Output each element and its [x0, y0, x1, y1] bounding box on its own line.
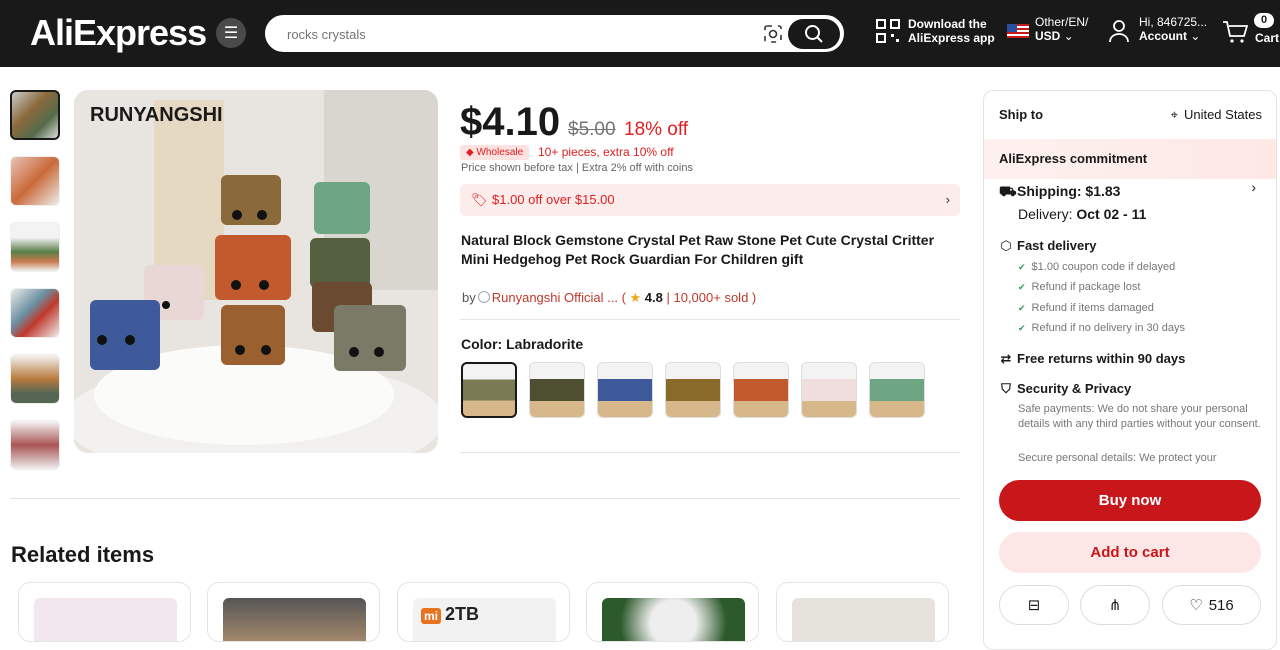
camera-search-icon[interactable]	[763, 24, 783, 44]
brand-overlay: RUNYANGSHI	[90, 104, 223, 126]
return-icon: ⇄	[1000, 351, 1012, 366]
divider	[460, 319, 960, 320]
location-pin-icon: ⌖	[1170, 107, 1178, 122]
related-card-4[interactable]	[586, 582, 759, 642]
search-bar	[265, 15, 844, 52]
swatch-labradorite[interactable]	[461, 362, 517, 418]
thumbnail-3[interactable]	[10, 222, 60, 272]
chevron-right-icon[interactable]: ›	[1251, 179, 1256, 195]
ship-to-label: Ship to	[999, 107, 1044, 122]
delivery-row: Delivery: Oct 02 - 11	[1018, 206, 1147, 222]
truck-icon: ⛟	[999, 183, 1017, 199]
shield-icon: ⛉	[1001, 381, 1011, 396]
check-icon: ✔	[1018, 262, 1026, 272]
share-icon: ⋔	[1108, 597, 1122, 614]
main-product-image[interactable]: RUNYANGSHI	[74, 90, 438, 453]
original-price: $5.00	[568, 119, 616, 140]
fd-item-3: ✔ Refund if items damaged	[1018, 302, 1154, 314]
product-title: Natural Block Gemstone Crystal Pet Raw S…	[461, 232, 935, 267]
fd-item-1: ✔ $1.00 coupon code if delayed	[1018, 261, 1176, 273]
wholesale-badge: ◆ Wholesale	[460, 145, 530, 160]
store-logo-icon	[477, 291, 490, 303]
related-card-3[interactable]: mi 2TB	[397, 582, 570, 642]
current-price: $4.10	[460, 100, 561, 144]
top-bar: AliExpress ☰ Download theAliExpress app …	[0, 0, 1280, 67]
buy-now-button[interactable]: Buy now	[999, 480, 1261, 521]
swatch-2[interactable]	[529, 362, 585, 418]
check-icon: ✔	[1018, 323, 1026, 333]
related-card-2[interactable]	[207, 582, 380, 642]
search-input[interactable]	[287, 24, 747, 44]
color-label: Color: Labradorite	[461, 336, 584, 352]
heart-icon: ♡	[1189, 597, 1203, 614]
price-note: Price shown before tax | Extra 2% off wi…	[461, 162, 693, 174]
check-icon: ✔	[1018, 303, 1026, 313]
product-photo	[74, 90, 438, 453]
store-icon: ⊟	[1027, 597, 1041, 614]
qr-code-icon	[876, 19, 900, 43]
swatch-6[interactable]	[801, 362, 857, 418]
swatch-5[interactable]	[733, 362, 789, 418]
coupon-banner[interactable]: 🏷 $1.00 off over $15.00 ›	[460, 184, 960, 216]
security-row: ⛉ Security & Privacy	[999, 381, 1131, 397]
security-text: Safe payments: We do not share your pers…	[1018, 403, 1261, 430]
user-icon	[1109, 20, 1129, 43]
swatch-3[interactable]	[597, 362, 653, 418]
related-card-1[interactable]	[18, 582, 191, 642]
store-button[interactable]: ⊟	[999, 585, 1069, 625]
share-button[interactable]: ⋔	[1080, 585, 1150, 625]
tag-icon: ◆	[466, 147, 474, 158]
related-card-5[interactable]	[776, 582, 949, 642]
store-line[interactable]: by Runyangshi Official ... ( ★ 4.8 | 10,0…	[462, 290, 756, 306]
check-icon: ✔	[1018, 282, 1026, 292]
thumbnail-5[interactable]	[10, 354, 60, 404]
fast-delivery-row: ⬡ Fast delivery	[1000, 238, 1097, 253]
color-swatches	[461, 362, 925, 418]
thumbnail-2[interactable]	[10, 156, 60, 206]
free-returns-row: ⇄ Free returns within 90 days	[1000, 351, 1186, 366]
us-flag-icon	[1007, 24, 1029, 38]
wishlist-button[interactable]: ♡ 516	[1162, 585, 1261, 625]
search-icon	[805, 25, 823, 43]
cart-icon	[1223, 21, 1248, 43]
fd-item-2: ✔ Refund if package lost	[1018, 281, 1141, 293]
thumbnail-6[interactable]	[10, 420, 60, 470]
thumbnail-1[interactable]	[10, 90, 60, 140]
divider	[10, 498, 960, 499]
aliexpress-logo[interactable]: AliExpress	[30, 12, 207, 54]
shipping-row[interactable]: ⛟Shipping: $1.83	[999, 183, 1120, 202]
security-text-2: Secure personal details: We protect your	[1018, 452, 1217, 464]
commitment-banner: AliExpress commitment	[984, 139, 1276, 179]
related-items-heading: Related items	[11, 542, 155, 567]
ship-country-selector[interactable]: ⌖ United States	[1171, 107, 1262, 123]
swatch-4[interactable]	[665, 362, 721, 418]
star-icon: ★	[629, 290, 642, 305]
search-button[interactable]	[788, 19, 840, 49]
thumbnail-4[interactable]	[10, 288, 60, 338]
wholesale-text: 10+ pieces, extra 10% off	[538, 145, 674, 159]
menu-icon[interactable]: ☰	[216, 18, 246, 48]
chevron-right-icon: ›	[945, 192, 950, 207]
thumbnail-list	[10, 90, 62, 486]
purchase-panel: Ship to ⌖ United States AliExpress commit…	[983, 90, 1277, 650]
swatch-7[interactable]	[869, 362, 925, 418]
cart-count-badge: 0	[1254, 13, 1274, 28]
add-to-cart-button[interactable]: Add to cart	[999, 532, 1261, 573]
box-icon: ⬡	[1000, 238, 1012, 253]
fd-item-4: ✔ Refund if no delivery in 30 days	[1018, 322, 1186, 334]
coupon-tag-icon: 🏷	[471, 192, 488, 207]
divider	[460, 452, 960, 453]
discount-percent: 18% off	[624, 119, 689, 140]
